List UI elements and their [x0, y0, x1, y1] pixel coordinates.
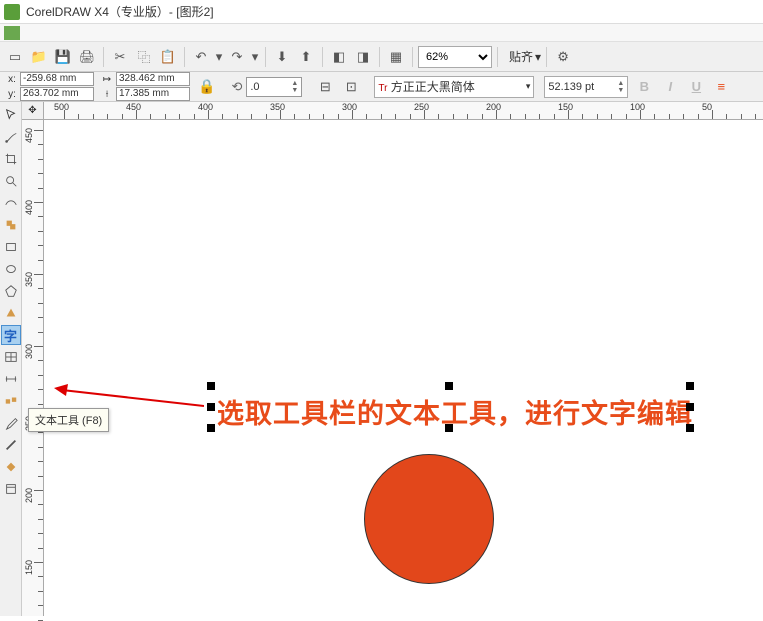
eyedropper-tool[interactable] — [1, 413, 21, 433]
options-button[interactable]: ▦ — [385, 46, 407, 68]
height-icon: ⟊ — [98, 89, 116, 100]
titlebar: CorelDRAW X4（专业版）- [图形2] — [0, 0, 763, 24]
separator — [265, 47, 266, 67]
separator — [184, 47, 185, 67]
ruler-vertical[interactable]: 450400350300250200150 — [22, 120, 44, 616]
pick-tool[interactable] — [1, 105, 21, 125]
mirror-v-button[interactable]: ⊡ — [340, 76, 362, 98]
menu-icon[interactable] — [4, 26, 20, 40]
lock-ratio-button[interactable]: 🔒 — [198, 78, 215, 95]
basic-shapes-tool[interactable] — [1, 303, 21, 323]
outline-tool[interactable] — [1, 435, 21, 455]
underline-button[interactable]: U — [686, 77, 706, 97]
interactive-fill-tool[interactable] — [1, 479, 21, 499]
zoom-select[interactable]: 62% — [418, 46, 492, 68]
selection-handle-mr[interactable] — [686, 403, 694, 411]
text-align-button[interactable]: ≡ — [710, 76, 732, 98]
app-icon — [4, 4, 20, 20]
zoom-tool[interactable] — [1, 171, 21, 191]
main-area: 字 ✥ 50045040035030025020015010050 450400… — [0, 102, 763, 616]
x-label: x: — [4, 74, 20, 85]
selection-handle-br[interactable] — [686, 424, 694, 432]
interactive-blend-tool[interactable] — [1, 391, 21, 411]
separator — [322, 47, 323, 67]
position-group: x: -259.68 mm y: 263.702 mm — [4, 72, 94, 102]
import-button[interactable]: ⬇ — [271, 46, 293, 68]
ruler-origin[interactable]: ✥ — [22, 102, 44, 120]
options-icon[interactable]: ⚙ — [552, 46, 574, 68]
text-tool[interactable]: 字 — [1, 325, 21, 345]
separator — [497, 47, 498, 67]
freehand-tool[interactable] — [1, 193, 21, 213]
undo-button[interactable]: ↶ — [190, 46, 212, 68]
redo-dropdown[interactable]: ▾ — [250, 46, 260, 68]
open-button[interactable]: 📁 — [28, 46, 50, 68]
polygon-tool[interactable] — [1, 281, 21, 301]
width-input[interactable]: 328.462 mm — [116, 72, 190, 86]
toolbox: 字 — [0, 102, 22, 616]
menubar — [0, 24, 763, 42]
size-group: ↦ 328.462 mm ⟊ 17.385 mm — [98, 72, 190, 102]
y-label: y: — [4, 89, 20, 100]
snap-dropdown[interactable]: 贴齐▾ — [509, 48, 541, 65]
print-button[interactable]: 🖨 — [76, 46, 98, 68]
crop-tool[interactable] — [1, 149, 21, 169]
selection-handle-tl[interactable] — [207, 382, 215, 390]
rotation-input[interactable]: .0 ▲▼ — [246, 77, 302, 97]
export-button[interactable]: ⬆ — [295, 46, 317, 68]
italic-button[interactable]: I — [660, 77, 680, 97]
save-button[interactable]: 💾 — [52, 46, 74, 68]
y-input[interactable]: 263.702 mm — [20, 87, 94, 101]
fontsize-select[interactable]: 52.139 pt ▲▼ — [544, 76, 628, 98]
copy-button[interactable]: ⿻ — [133, 46, 155, 68]
welcome-button[interactable]: ◨ — [352, 46, 374, 68]
separator — [103, 47, 104, 67]
table-tool[interactable] — [1, 347, 21, 367]
selection-handle-tm[interactable] — [445, 382, 453, 390]
selection-handle-bl[interactable] — [207, 424, 215, 432]
font-select[interactable]: Tr 方正正大黑简体 ▾ — [374, 76, 534, 98]
separator — [379, 47, 380, 67]
fill-tool[interactable] — [1, 457, 21, 477]
circle-object[interactable] — [364, 454, 494, 584]
smart-fill-tool[interactable] — [1, 215, 21, 235]
ellipse-tool[interactable] — [1, 259, 21, 279]
mirror-h-button[interactable]: ⊟ — [314, 76, 336, 98]
redo-button[interactable]: ↷ — [226, 46, 248, 68]
ruler-horizontal[interactable]: 50045040035030025020015010050 — [44, 102, 763, 120]
separator — [546, 47, 547, 67]
canvas-area: ✥ 50045040035030025020015010050 45040035… — [22, 102, 763, 616]
x-input[interactable]: -259.68 mm — [20, 72, 94, 86]
window-title: CorelDRAW X4（专业版）- [图形2] — [26, 3, 214, 20]
app-launcher-button[interactable]: ◧ — [328, 46, 350, 68]
selection-handle-ml[interactable] — [207, 403, 215, 411]
rotation-icon: ⟲ — [231, 79, 242, 95]
cut-button[interactable]: ✂ — [109, 46, 131, 68]
fontsize-spinner[interactable]: ▲▼ — [617, 80, 624, 94]
shape-tool[interactable] — [1, 127, 21, 147]
new-button[interactable]: ▭ — [4, 46, 26, 68]
undo-dropdown[interactable]: ▾ — [214, 46, 224, 68]
height-input[interactable]: 17.385 mm — [116, 87, 190, 101]
property-bar: x: -259.68 mm y: 263.702 mm ↦ 328.462 mm… — [0, 72, 763, 102]
canvas[interactable]: 选取工具栏的文本工具，进行文字编辑 — [44, 120, 763, 616]
width-icon: ↦ — [98, 74, 116, 85]
separator — [412, 47, 413, 67]
dimension-tool[interactable] — [1, 369, 21, 389]
selection-handle-tr[interactable] — [686, 382, 694, 390]
paste-button[interactable]: 📋 — [157, 46, 179, 68]
rectangle-tool[interactable] — [1, 237, 21, 257]
rotation-spinner[interactable]: ▲▼ — [291, 80, 298, 94]
artistic-text-object[interactable]: 选取工具栏的文本工具，进行文字编辑 — [217, 392, 693, 431]
standard-toolbar: ▭ 📁 💾 🖨 ✂ ⿻ 📋 ↶ ▾ ↷ ▾ ⬇ ⬆ ◧ ◨ ▦ 62% 贴齐▾ … — [0, 42, 763, 72]
bold-button[interactable]: B — [634, 77, 654, 97]
text-tool-tooltip: 文本工具 (F8) — [28, 408, 109, 432]
selection-handle-bm[interactable] — [445, 424, 453, 432]
